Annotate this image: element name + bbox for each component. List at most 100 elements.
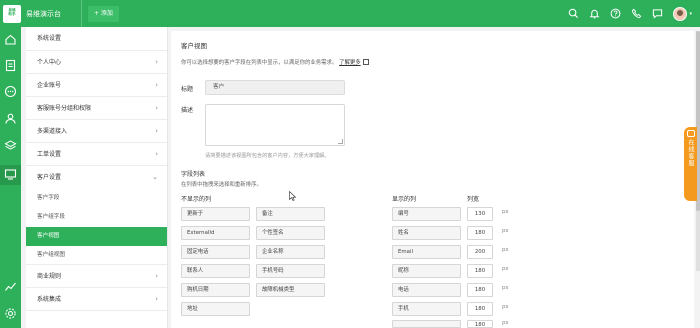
shown-field-chip[interactable]: 昵称 bbox=[392, 264, 461, 278]
description-text: 你可以选择想要的客户字段在列表中显示，以满足你的业务需求。 bbox=[181, 60, 338, 66]
avatar[interactable] bbox=[673, 6, 688, 21]
settings-sidebar: 系统设置 个人中心 › 企业账号 › 客服账号分组和权限 › 多渠道接入 › 工单设置 ›… bbox=[26, 27, 168, 328]
ticket-icon[interactable] bbox=[4, 59, 17, 72]
chat-bubble-icon[interactable] bbox=[4, 85, 17, 98]
external-link-icon[interactable] bbox=[363, 59, 370, 65]
phone-icon[interactable] bbox=[631, 8, 642, 19]
hidden-field-chip[interactable]: 个性签名 bbox=[256, 226, 325, 240]
title-label: 标题 bbox=[181, 86, 194, 93]
sidebar-item-label: 工单设置 bbox=[37, 151, 62, 158]
sidebar-item-system-integration[interactable]: 系统集成 › bbox=[26, 288, 167, 311]
layers-icon[interactable] bbox=[4, 139, 17, 152]
chat-icon bbox=[686, 130, 695, 137]
top-bar: 易维 助手 易维演示台 + 添加 ▾ bbox=[0, 0, 700, 27]
settings-icon[interactable] bbox=[4, 307, 17, 320]
hidden-field-chip[interactable]: 固定电话 bbox=[181, 245, 250, 259]
add-tab-button[interactable]: + 添加 bbox=[88, 5, 119, 22]
online-support-label: 在线客服 bbox=[687, 139, 694, 167]
chevron-right-icon: › bbox=[155, 104, 158, 112]
bell-icon[interactable] bbox=[589, 8, 600, 19]
shown-columns-heading: 显示的列 bbox=[392, 196, 417, 203]
top-icons: ▾ bbox=[568, 0, 692, 27]
sidebar-subitem-customer-group-fields[interactable]: 客户组字段 bbox=[26, 208, 167, 227]
home-icon[interactable] bbox=[4, 33, 17, 46]
sidebar-item-label: 客户设置 bbox=[37, 174, 62, 181]
shown-field-chip[interactable]: 编号 bbox=[392, 207, 461, 221]
unit-label: px bbox=[502, 304, 509, 310]
column-width-input[interactable]: 180 bbox=[467, 320, 493, 328]
monitor-icon[interactable] bbox=[0, 165, 21, 185]
sidebar-item-label: 客服账号分组和权限 bbox=[37, 105, 92, 112]
sidebar-item-business-rules[interactable]: 商业规则 › bbox=[26, 265, 167, 288]
resize-grip-icon[interactable] bbox=[338, 139, 343, 144]
chevron-right-icon: › bbox=[155, 127, 158, 135]
fields-heading: 字段列表 bbox=[181, 171, 206, 178]
page-description: 你可以选择想要的客户字段在列表中显示，以满足你的业务需求。 了解更多 bbox=[181, 58, 370, 66]
learn-more-link[interactable]: 了解更多 bbox=[339, 60, 361, 66]
sidebar-subitem-customer-fields[interactable]: 客户字段 bbox=[26, 189, 167, 208]
left-rail bbox=[0, 27, 21, 328]
app-logo: 易维 助手 bbox=[3, 4, 21, 23]
column-width-input[interactable]: 180 bbox=[467, 264, 493, 278]
hidden-field-chip[interactable]: 地址 bbox=[181, 302, 250, 316]
contacts-icon[interactable] bbox=[4, 112, 17, 125]
online-support-tab[interactable]: 在线客服 bbox=[684, 127, 697, 201]
help-icon[interactable] bbox=[610, 8, 621, 19]
chevron-right-icon: › bbox=[155, 272, 158, 280]
column-width-input[interactable]: 200 bbox=[467, 245, 493, 259]
fields-subheading: 在列表中拖拽来选择和重新排序。 bbox=[181, 182, 262, 188]
chat-icon[interactable] bbox=[652, 8, 663, 19]
column-width-input[interactable]: 180 bbox=[467, 283, 493, 297]
sidebar-item-label: 企业账号 bbox=[37, 82, 62, 89]
sidebar-item-label: 个人中心 bbox=[37, 59, 62, 66]
hidden-field-chip[interactable]: 手机号码 bbox=[256, 264, 325, 278]
description-hint: 请简要描述该视图所包含的客户内容，方便大家理解。 bbox=[205, 153, 330, 159]
hidden-field-chip[interactable]: 企业名称 bbox=[256, 245, 325, 259]
unit-label: px bbox=[502, 247, 509, 253]
sidebar-subitem-customer-group-views[interactable]: 客户组视图 bbox=[26, 246, 167, 265]
description-label: 描述 bbox=[181, 107, 194, 114]
chevron-down-icon[interactable]: ▾ bbox=[689, 11, 692, 17]
shown-field-chip[interactable]: Email bbox=[392, 245, 461, 259]
hidden-field-chip[interactable]: 联系人 bbox=[181, 264, 250, 278]
sidebar-item-customer-settings[interactable]: 客户设置 ⌄ bbox=[26, 166, 167, 189]
page-title: 客户视图 bbox=[181, 42, 207, 50]
sidebar-item-label: 多渠道接入 bbox=[37, 128, 68, 135]
shown-field-chip[interactable]: 电话 bbox=[392, 283, 461, 297]
search-icon[interactable] bbox=[568, 8, 579, 19]
shown-field-chip[interactable]: 姓名 bbox=[392, 226, 461, 240]
hidden-field-chip[interactable]: 更新于 bbox=[181, 207, 250, 221]
sidebar-item-ticket-settings[interactable]: 工单设置 › bbox=[26, 143, 167, 166]
sidebar-item-personal-center[interactable]: 个人中心 › bbox=[26, 51, 167, 74]
shown-field-chip[interactable] bbox=[392, 320, 461, 328]
hidden-field-chip[interactable]: ExternalId bbox=[181, 226, 250, 240]
shown-field-chip[interactable]: 手机 bbox=[392, 302, 461, 316]
chevron-right-icon: › bbox=[155, 150, 158, 158]
hidden-columns-heading: 不显示的列 bbox=[181, 196, 212, 203]
unit-label: px bbox=[502, 209, 509, 215]
column-width-input[interactable]: 130 bbox=[467, 207, 493, 221]
hidden-field-chip[interactable]: 故障机械类型 bbox=[256, 283, 325, 297]
divider bbox=[81, 0, 82, 27]
hidden-field-chip[interactable]: 备注 bbox=[256, 207, 325, 221]
unit-label: px bbox=[502, 266, 509, 272]
sidebar-subitem-customer-views[interactable]: 客户视图 bbox=[26, 227, 167, 246]
unit-label: px bbox=[502, 228, 509, 234]
hidden-field-chip[interactable]: 购机日期 bbox=[181, 283, 250, 297]
column-width-input[interactable]: 180 bbox=[467, 302, 493, 316]
stats-icon[interactable] bbox=[4, 280, 17, 293]
title-field[interactable]: 客户 bbox=[205, 80, 345, 95]
chevron-right-icon: › bbox=[155, 58, 158, 66]
unit-label: px bbox=[502, 320, 509, 326]
chevron-right-icon: › bbox=[155, 295, 158, 303]
chevron-down-icon: ⌄ bbox=[152, 173, 158, 181]
sidebar-item-enterprise-account[interactable]: 企业账号 › bbox=[26, 74, 167, 97]
sidebar-item-label: 系统集成 bbox=[37, 296, 62, 303]
app-name[interactable]: 易维演示台 bbox=[26, 9, 61, 19]
sidebar-item-multichannel[interactable]: 多渠道接入 › bbox=[26, 120, 167, 143]
column-width-input[interactable]: 180 bbox=[467, 226, 493, 240]
unit-label: px bbox=[502, 285, 509, 291]
sidebar-item-agent-groups[interactable]: 客服账号分组和权限 › bbox=[26, 97, 167, 120]
sidebar-item-label: 商业规则 bbox=[37, 273, 62, 280]
description-textarea[interactable] bbox=[205, 104, 345, 146]
